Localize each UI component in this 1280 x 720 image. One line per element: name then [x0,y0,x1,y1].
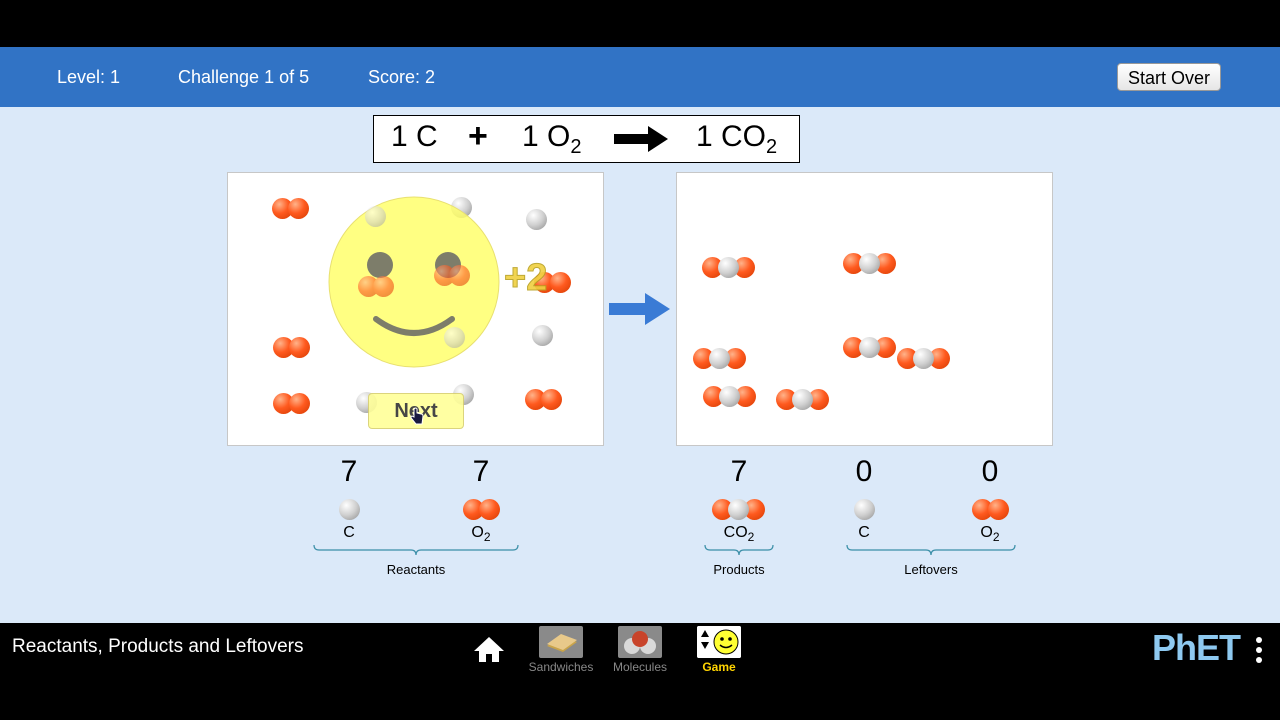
game-screen: Level: 1 Challenge 1 of 5 Score: 2 Start… [0,47,1280,623]
carbon-atom [365,206,386,227]
plus-sign: + [468,117,488,155]
reactants-brace [313,544,519,556]
molecules-label: Molecules [612,660,668,674]
molecules-screen-button[interactable]: Molecules [606,626,674,674]
sandwich-icon [539,626,583,658]
products-brace [704,544,774,556]
reaction-equation: 1 C + 1 O2 1 CO2 [373,115,800,163]
leftovers-brace [846,544,1016,556]
navigation-bar: Reactants, Products and Leftovers Sandwi… [0,623,1280,720]
points-awarded: +2 [503,257,548,300]
score-label: Score: 2 [368,67,436,87]
reactant-oxygen-term: 1 O2 [522,120,582,158]
game-label: Game [702,660,736,674]
leftovers-label: Leftovers [904,562,958,577]
hand-cursor-icon [410,407,424,425]
status-bar: Level: 1 Challenge 1 of 5 Score: 2 Start… [0,47,1280,107]
molecule-icon [618,626,662,658]
carbon-atom [444,327,465,348]
smiley-face-icon [328,196,500,368]
reactant-c-label: C [343,524,355,541]
sandwiches-screen-button[interactable]: Sandwiches [527,626,595,674]
products-label: Products [713,562,765,577]
home-icon[interactable] [473,635,505,663]
product-co2-label: CO2 [723,524,755,545]
reaction-arrow-icon [609,293,670,325]
phet-logo[interactable]: PhET [1152,627,1241,669]
menu-kebab-icon[interactable] [1255,636,1263,664]
sim-title: Reactants, Products and Leftovers [12,636,304,657]
sandwiches-label: Sandwiches [528,660,594,674]
level-label: Level: 1 [57,67,121,87]
reactants-label: Reactants [386,562,446,577]
products-box [676,172,1053,446]
carbon-atom-icon [854,499,875,520]
reactant-carbon-term: 1 C [391,120,438,153]
reactant-o2-count: 7 [472,455,490,488]
carbon-atom [532,325,553,346]
product-term: 1 CO2 [696,120,778,158]
reactant-o2-label: O2 [471,524,491,545]
leftover-c-label: C [858,524,870,541]
carbon-atom-icon [339,499,360,520]
reactant-c-count: 7 [340,455,358,488]
challenge-label: Challenge 1 of 5 [178,67,310,87]
leftover-c-count: 0 [855,455,873,488]
carbon-atom [526,209,547,230]
reactants-box: +2 Next [227,172,604,446]
game-screen-button[interactable]: Game [692,626,746,674]
leftover-o2-label: O2 [980,524,1000,545]
reaction-arrow-icon [614,126,668,152]
game-smiley-icon [697,626,741,658]
start-over-button[interactable]: Start Over [1117,63,1221,91]
product-co2-count: 7 [730,455,748,488]
leftover-o2-count: 0 [981,455,999,488]
